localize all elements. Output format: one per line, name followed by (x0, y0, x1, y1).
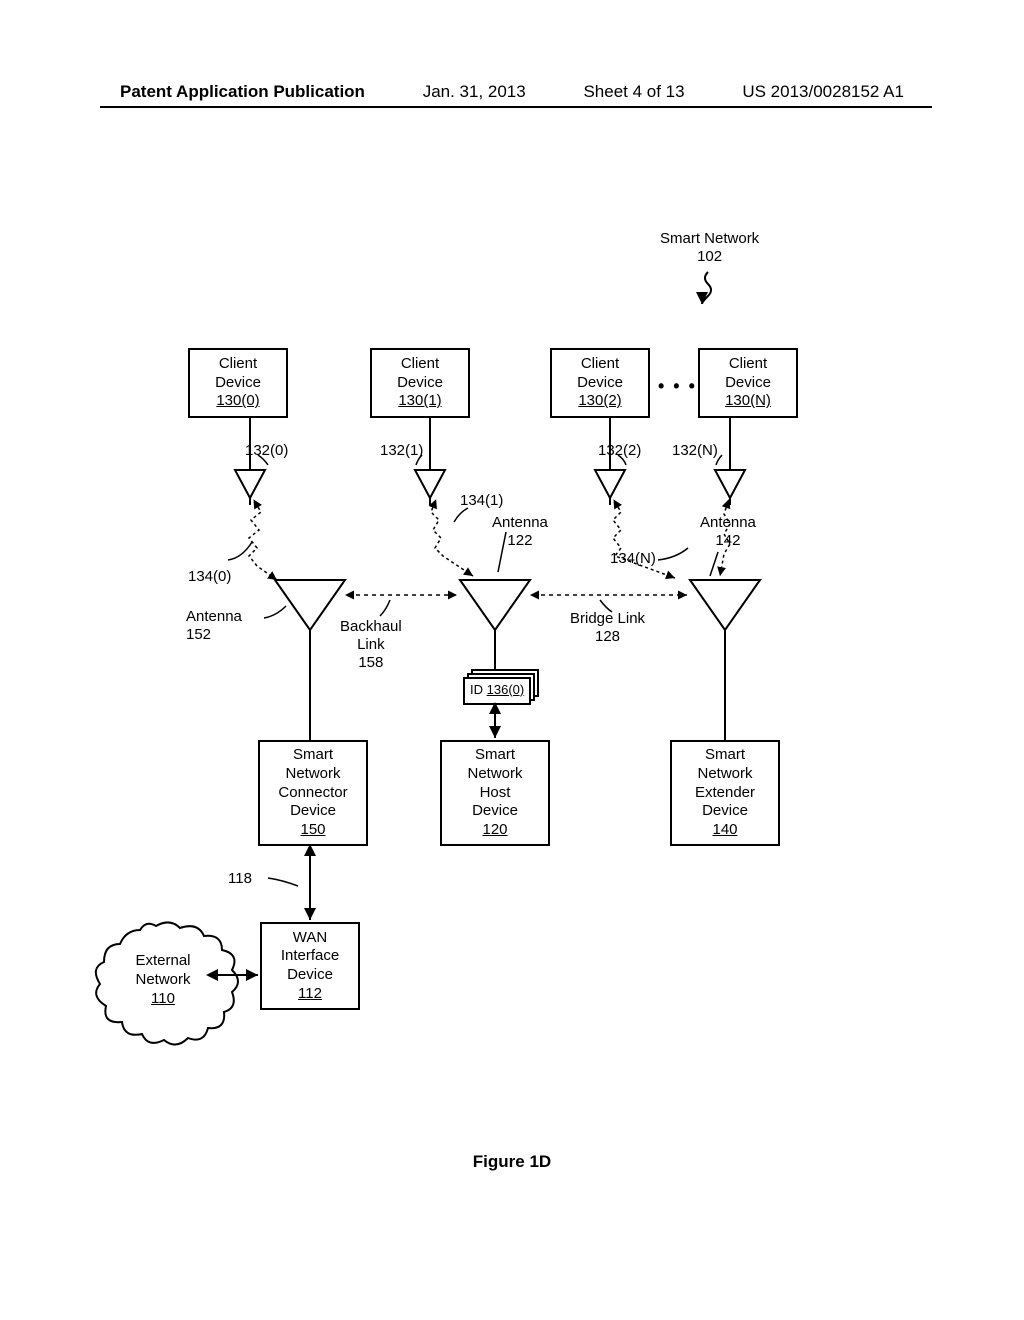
link-134-1-label: 134(1) (460, 492, 503, 510)
client-antenna-2-label: 132(2) (598, 442, 641, 460)
client-device-n: Client Device 130(N) (698, 348, 798, 418)
bridge-link-label: Bridge Link 128 (570, 610, 645, 646)
host-device: Smart Network Host Device 120 (440, 740, 550, 846)
backhaul-link-label: Backhaul Link 158 (340, 618, 402, 672)
link-118-label: 118 (228, 870, 252, 888)
header-docnum: US 2013/0028152 A1 (742, 82, 904, 102)
client-antenna-0-label: 132(0) (245, 442, 288, 460)
link-134-0-label: 134(0) (188, 568, 231, 586)
client-device-0: Client Device 130(0) (188, 348, 288, 418)
figure-diagram: Smart Network 102 (100, 230, 920, 1130)
ellipsis: • • • (658, 376, 697, 398)
id-box: ID 136(0) (470, 682, 524, 698)
client-antenna-n-label: 132(N) (672, 442, 718, 460)
client-device-2: Client Device 130(2) (550, 348, 650, 418)
antenna-152-label: Antenna 152 (186, 608, 242, 644)
header-sheet: Sheet 4 of 13 (583, 82, 684, 102)
header-date: Jan. 31, 2013 (423, 82, 526, 102)
external-network: External Network 110 (118, 952, 208, 1008)
connector-device: Smart Network Connector Device 150 (258, 740, 368, 846)
link-134-n-label: 134(N) (610, 550, 656, 568)
header-publication: Patent Application Publication (120, 82, 365, 102)
antenna-122-label: Antenna 122 (492, 514, 548, 550)
antenna-142-label: Antenna 142 (700, 514, 756, 550)
client-device-1: Client Device 130(1) (370, 348, 470, 418)
figure-label: Figure 1D (0, 1152, 1024, 1172)
header-rule (100, 106, 932, 108)
wan-interface-device: WAN Interface Device 112 (260, 922, 360, 1010)
extender-device: Smart Network Extender Device 140 (670, 740, 780, 846)
client-antenna-1-label: 132(1) (380, 442, 423, 460)
